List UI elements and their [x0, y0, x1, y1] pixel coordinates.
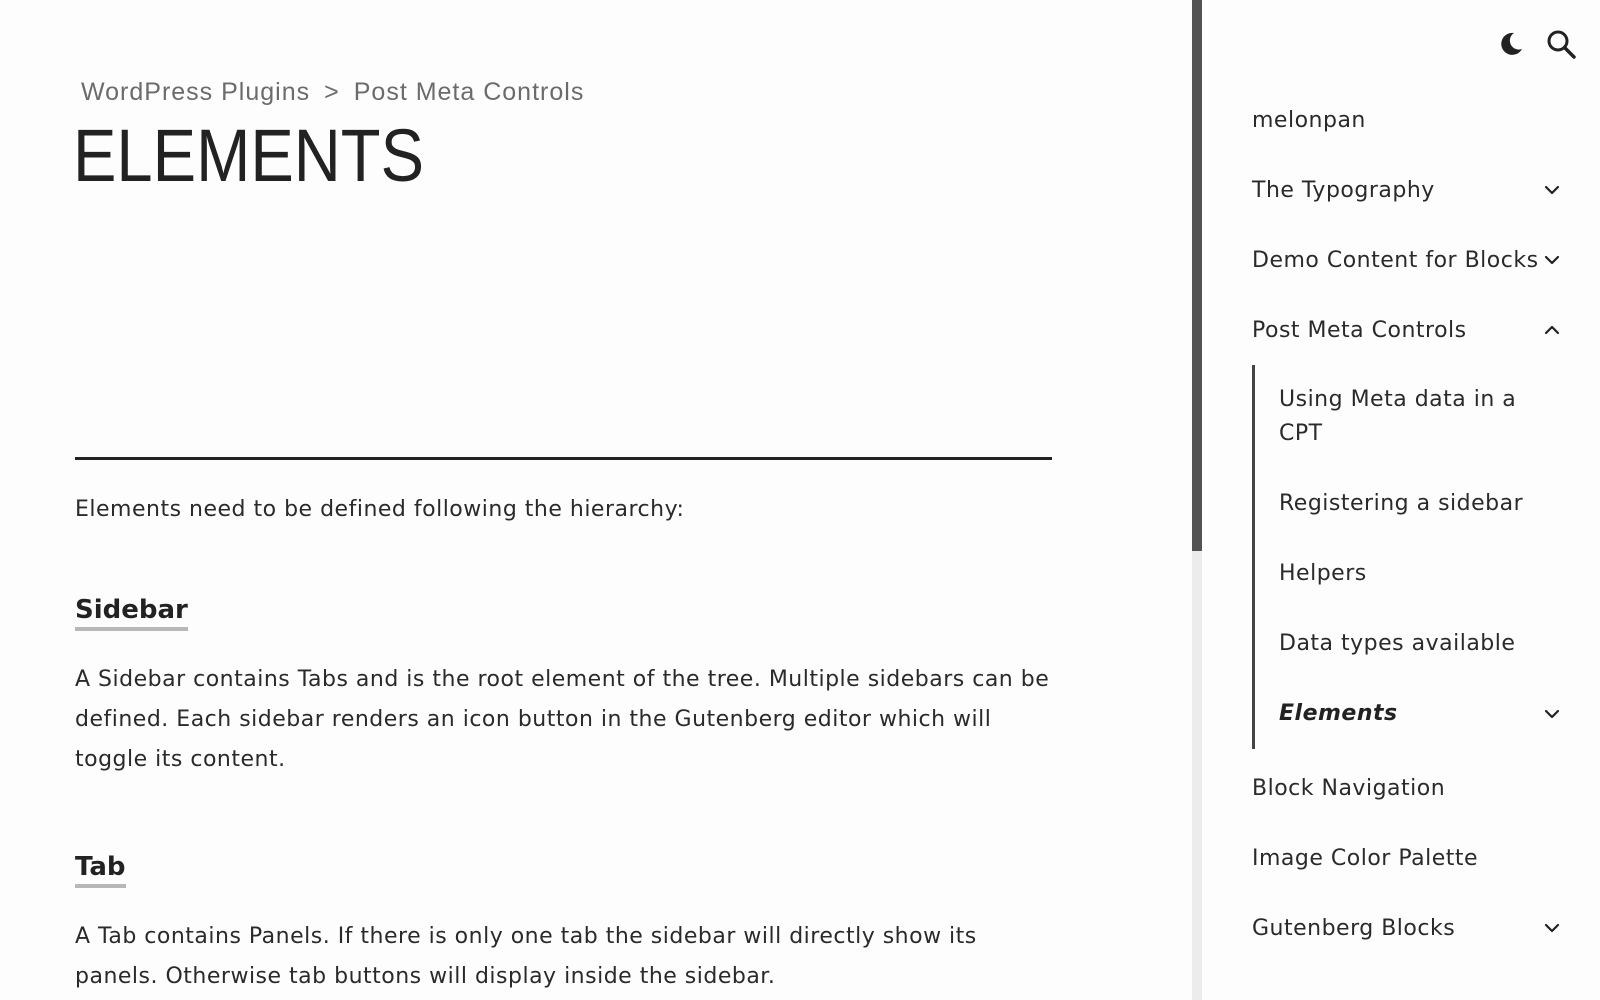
chevron-down-icon[interactable]: [1542, 250, 1562, 270]
title-divider: [75, 457, 1052, 460]
sidebar-item-the-typography[interactable]: The Typography: [1252, 155, 1562, 225]
tab-heading-link[interactable]: Tab: [75, 850, 126, 888]
breadcrumb: WordPress Plugins > Post Meta Controls: [81, 78, 584, 107]
sidebar-subitem-elements[interactable]: Elements: [1279, 679, 1562, 749]
sidebar-subitem-helpers[interactable]: Helpers: [1279, 539, 1562, 609]
sidebar-item-label: Post Meta Controls: [1252, 317, 1467, 343]
sidebar-item-label: Using Meta data in a CPT: [1279, 387, 1517, 446]
sidebar-item-demo-content-for-blocks[interactable]: Demo Content for Blocks: [1252, 225, 1562, 295]
page-title: ELEMENTS: [73, 114, 425, 197]
sidebar-subitem-data-types-available[interactable]: Data types available: [1279, 609, 1562, 679]
sidebar-nav: melonpan The Typography Demo Content for…: [1252, 85, 1562, 963]
sidebar-item-label: Gutenberg Blocks: [1252, 915, 1456, 941]
article-body: Elements need to be defined following th…: [75, 490, 1065, 997]
sidebar-subnav-post-meta-controls: Using Meta data in a CPT Registering a s…: [1252, 365, 1562, 749]
intro-paragraph: Elements need to be defined following th…: [75, 497, 685, 522]
sidebar-item-label: The Typography: [1252, 177, 1435, 203]
tab-paragraph: A Tab contains Panels. If there is only …: [75, 924, 977, 989]
chevron-up-icon[interactable]: [1542, 320, 1562, 340]
sidebar-item-label: Image Color Palette: [1252, 845, 1479, 871]
sidebar-heading-link[interactable]: Sidebar: [75, 593, 188, 631]
sidebar-item-label: Demo Content for Blocks: [1252, 247, 1539, 273]
breadcrumb-item-post-meta-controls[interactable]: Post Meta Controls: [354, 78, 585, 106]
sidebar-item-label: melonpan: [1252, 107, 1366, 133]
chevron-down-icon[interactable]: [1542, 704, 1562, 724]
scrollbar-thumb[interactable]: [1192, 0, 1202, 551]
sidebar-item-image-color-palette[interactable]: Image Color Palette: [1252, 823, 1562, 893]
sidebar-item-label: Elements: [1279, 701, 1398, 726]
sidebar-item-label: Registering a sidebar: [1279, 491, 1524, 516]
search-icon: [1545, 30, 1577, 64]
moon-icon: [1495, 32, 1527, 64]
sidebar-item-block-navigation[interactable]: Block Navigation: [1252, 753, 1562, 823]
chevron-down-icon[interactable]: [1542, 918, 1562, 938]
sidebar-item-label: Helpers: [1279, 561, 1367, 586]
breadcrumb-item-wordpress-plugins[interactable]: WordPress Plugins: [81, 78, 310, 106]
theme-toggle-button[interactable]: [1495, 28, 1527, 60]
sidebar-item-melonpan[interactable]: melonpan: [1252, 85, 1562, 155]
main-content: WordPress Plugins > Post Meta Controls ELE…: [0, 0, 1192, 1000]
sidebar-item-label: Block Navigation: [1252, 775, 1446, 801]
sidebar-item-label: Data types available: [1279, 631, 1516, 656]
sidebar-item-gutenberg-blocks[interactable]: Gutenberg Blocks: [1252, 893, 1562, 963]
breadcrumb-separator: >: [324, 78, 340, 106]
sidebar-subitem-using-meta-data[interactable]: Using Meta data in a CPT: [1279, 365, 1562, 469]
sidebar-subitem-registering-a-sidebar[interactable]: Registering a sidebar: [1279, 469, 1562, 539]
chevron-down-icon[interactable]: [1542, 180, 1562, 200]
sidebar-paragraph: A Sidebar contains Tabs and is the root …: [75, 667, 1050, 772]
search-button[interactable]: [1545, 28, 1577, 60]
sidebar-item-post-meta-controls[interactable]: Post Meta Controls: [1252, 295, 1562, 365]
